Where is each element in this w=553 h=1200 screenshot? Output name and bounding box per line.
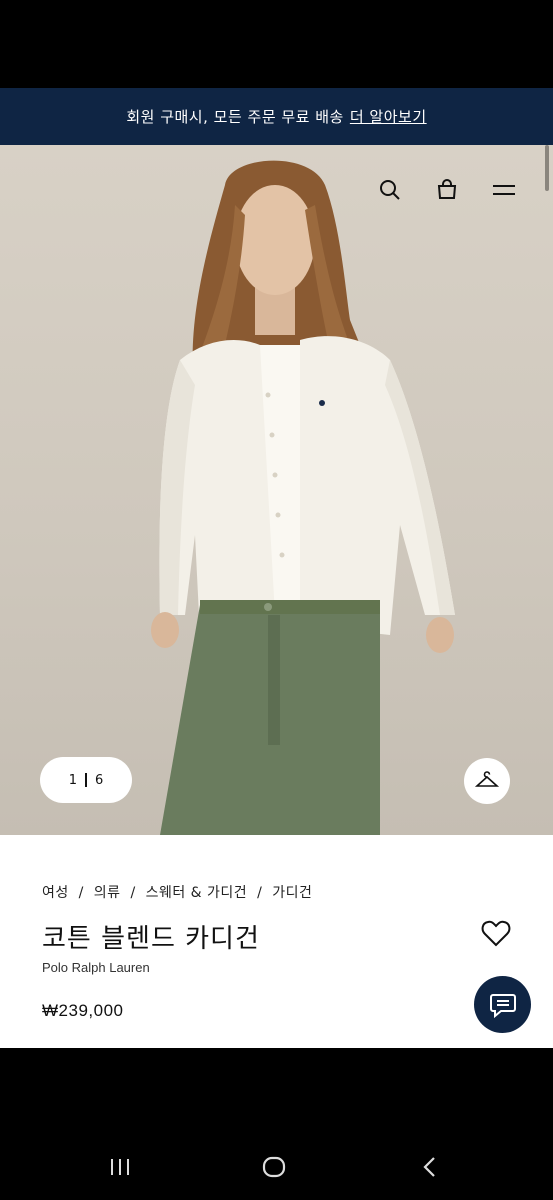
recent-apps-icon[interactable] — [100, 1152, 140, 1182]
product-price: ₩239,000 — [42, 1001, 124, 1020]
product-title: 코튼 블렌드 카디건 — [42, 924, 260, 954]
home-icon[interactable] — [254, 1152, 294, 1182]
pager-current: 1 — [68, 772, 77, 788]
search-icon[interactable] — [373, 173, 407, 207]
android-navigation-bar — [0, 1128, 553, 1200]
brand-name: Polo Ralph Lauren — [42, 960, 150, 975]
breadcrumb: 여성 / 의류 / 스웨터 & 가디건 / 가디건 — [42, 882, 312, 902]
chat-icon — [489, 993, 516, 1018]
breadcrumb-item-sweaters[interactable]: 스웨터 & 가디건 — [146, 885, 248, 901]
breadcrumb-item-clothing[interactable]: 의류 — [94, 885, 121, 901]
promo-banner: 회원 구매시, 모든 주문 무료 배송 더 알아보기 — [0, 88, 553, 145]
pager-total: 6 — [95, 772, 104, 788]
shopping-bag-icon[interactable] — [430, 173, 464, 207]
product-image-gallery[interactable]: 1 6 — [0, 145, 553, 835]
image-pager: 1 6 — [40, 757, 132, 803]
scrollbar[interactable] — [545, 145, 549, 191]
back-icon[interactable] — [410, 1152, 450, 1182]
status-bar — [0, 0, 553, 88]
promo-text: 회원 구매시, 모든 주문 무료 배송 — [126, 108, 344, 126]
breadcrumb-item-women[interactable]: 여성 — [42, 885, 69, 901]
breadcrumb-separator: / — [257, 885, 263, 901]
breadcrumb-item-cardigans[interactable]: 가디건 — [272, 885, 312, 901]
hamburger-menu-icon[interactable] — [487, 173, 521, 207]
chat-button[interactable] — [474, 976, 531, 1033]
learn-more-link[interactable]: 더 알아보기 — [350, 106, 427, 127]
product-photo — [151, 160, 455, 835]
heart-icon[interactable] — [478, 915, 514, 951]
breadcrumb-separator: / — [130, 885, 136, 901]
product-info-panel: 여성 / 의류 / 스웨터 & 가디건 / 가디건 코튼 블렌드 카디건 Pol… — [0, 835, 553, 1048]
hanger-icon[interactable] — [464, 758, 510, 804]
pager-divider — [85, 773, 87, 787]
breadcrumb-separator: / — [78, 885, 84, 901]
